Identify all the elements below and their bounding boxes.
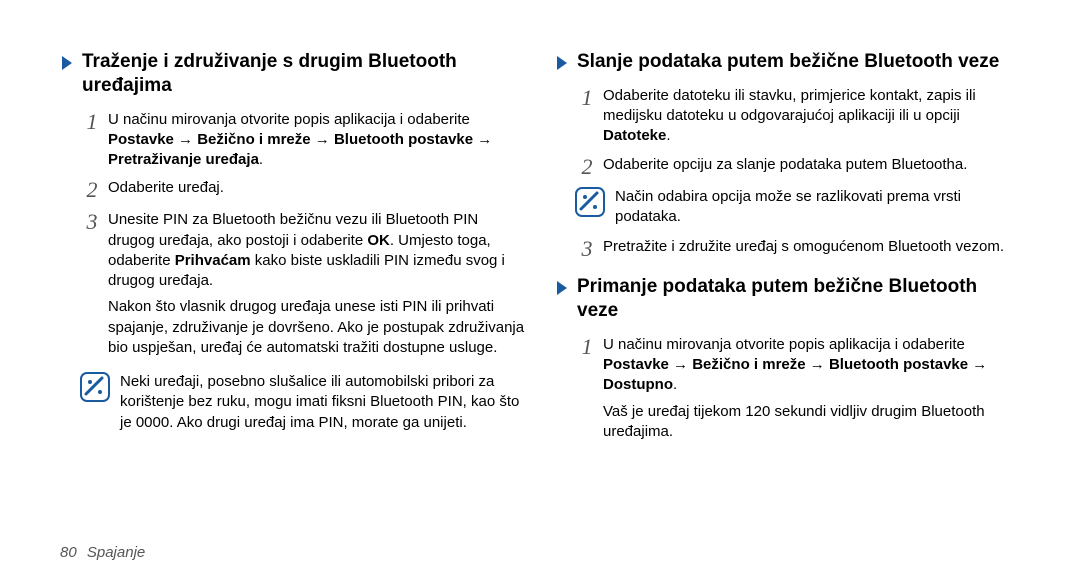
step-1: 1 U načinu mirovanja otvorite popis apli…	[60, 110, 525, 171]
heading-text: Traženje i združivanje s drugim Bluetoot…	[82, 50, 525, 98]
note-box: Način odabira opcija može se razlikovati…	[575, 187, 1020, 228]
right-column: Slanje podataka putem bežične Bluetooth …	[555, 50, 1020, 456]
step-body: Unesite PIN za Bluetooth bežičnu vezu il…	[108, 210, 525, 364]
step-extra: Vaš je uređaj tijekom 120 sekundi vidlji…	[603, 402, 1020, 443]
step-body: Odaberite opciju za slanje podataka pute…	[603, 155, 1020, 175]
section-name: Spajanje	[87, 544, 145, 561]
step-number: 3	[575, 237, 599, 261]
page-footer: 80 Spajanje	[60, 544, 145, 561]
note-icon	[80, 372, 110, 402]
section-heading-receive: Primanje podataka putem bežične Bluetoot…	[555, 275, 1020, 323]
step-number: 1	[80, 110, 104, 134]
chevron-icon	[555, 54, 569, 72]
step-body: Pretražite i združite uređaj s omogućeno…	[603, 237, 1020, 257]
step-2: 2 Odaberite opciju za slanje podataka pu…	[555, 155, 1020, 179]
step-2: 2 Odaberite uređaj.	[60, 178, 525, 202]
step-text: Unesite PIN za Bluetooth bežičnu vezu il…	[108, 210, 525, 291]
step-number: 1	[575, 86, 599, 110]
heading-text: Slanje podataka putem bežične Bluetooth …	[577, 50, 999, 74]
chevron-icon	[60, 54, 74, 72]
step-1: 1 Odaberite datoteku ili stavku, primjer…	[555, 86, 1020, 147]
page-number: 80	[60, 544, 77, 561]
step-extra: Nakon što vlasnik drugog uređaja unese i…	[108, 297, 525, 358]
chevron-icon	[555, 279, 569, 297]
heading-text: Primanje podataka putem bežične Bluetoot…	[577, 275, 1020, 323]
note-box: Neki uređaji, posebno slušalice ili auto…	[80, 372, 525, 433]
section-heading-send: Slanje podataka putem bežične Bluetooth …	[555, 50, 1020, 74]
step-number: 1	[575, 335, 599, 359]
step-3: 3 Pretražite i združite uređaj s omoguće…	[555, 237, 1020, 261]
step-3: 3 Unesite PIN za Bluetooth bežičnu vezu …	[60, 210, 525, 364]
step-body: Odaberite datoteku ili stavku, primjeric…	[603, 86, 1020, 147]
section-heading-pairing: Traženje i združivanje s drugim Bluetoot…	[60, 50, 525, 98]
step-body: U načinu mirovanja otvorite popis aplika…	[108, 110, 525, 171]
step-1: 1 U načinu mirovanja otvorite popis apli…	[555, 335, 1020, 448]
step-number: 2	[575, 155, 599, 179]
left-column: Traženje i združivanje s drugim Bluetoot…	[60, 50, 525, 456]
step-body: Odaberite uređaj.	[108, 178, 525, 198]
step-number: 2	[80, 178, 104, 202]
step-number: 3	[80, 210, 104, 234]
step-body: U načinu mirovanja otvorite popis aplika…	[603, 335, 1020, 448]
note-text: Neki uređaji, posebno slušalice ili auto…	[120, 372, 525, 433]
note-icon	[575, 187, 605, 217]
note-text: Način odabira opcija može se razlikovati…	[615, 187, 1020, 228]
step-text: U načinu mirovanja otvorite popis aplika…	[603, 335, 1020, 396]
